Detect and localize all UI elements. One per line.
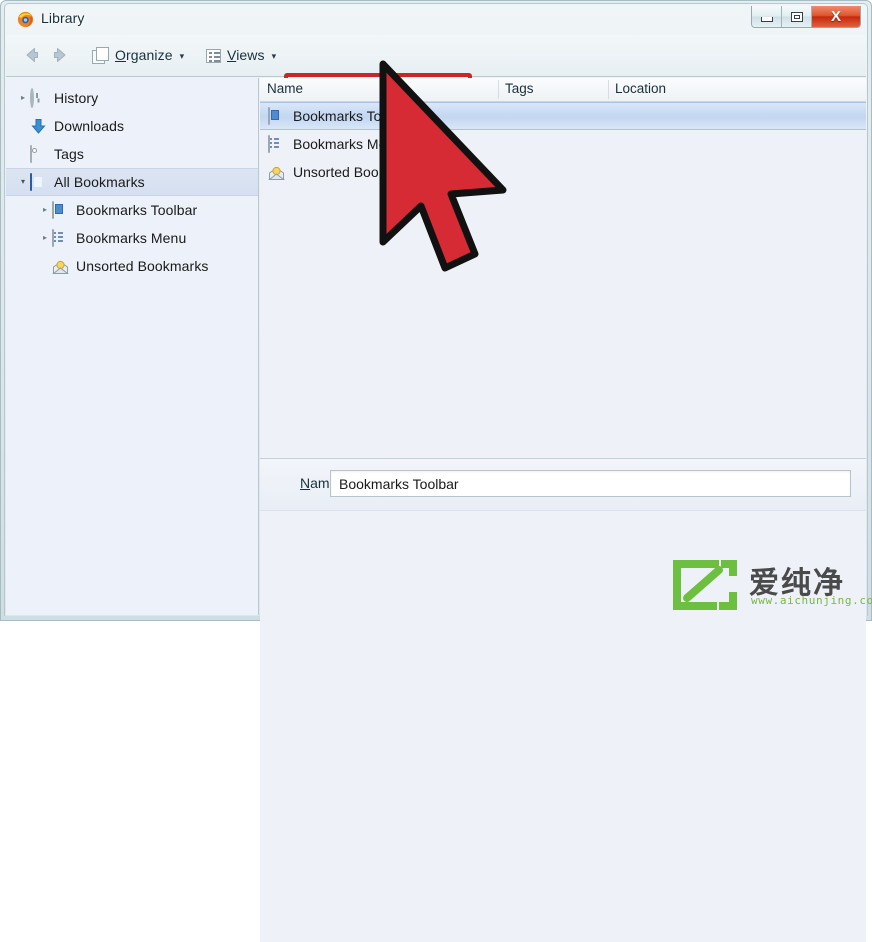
content-pane: Name Tags Location Bookmarks Toolbar Bookma…	[260, 78, 866, 942]
views-button[interactable]: Views ▾	[198, 41, 284, 69]
table-row[interactable]: Bookmarks Menu	[260, 130, 866, 158]
row-name: Unsorted Bookmarks	[293, 164, 424, 180]
column-header-location[interactable]: Location	[608, 81, 666, 101]
row-name: Bookmarks Toolbar	[293, 108, 413, 124]
sidebar-item-unsorted-bookmarks[interactable]: Unsorted Bookmarks	[6, 252, 258, 280]
close-icon: X	[830, 8, 841, 25]
sidebar-item-label: Unsorted Bookmarks	[76, 258, 209, 274]
sidebar-item-label: All Bookmarks	[54, 174, 145, 190]
firefox-icon	[17, 11, 34, 28]
column-header-name[interactable]: Name	[260, 81, 303, 101]
close-button[interactable]: X	[812, 6, 860, 27]
table-row[interactable]: Unsorted Bookmarks	[260, 158, 866, 186]
forward-arrow-icon	[54, 48, 66, 62]
twisty-open-icon[interactable]: ▾	[16, 178, 30, 186]
views-label: Views	[227, 47, 265, 63]
column-separator[interactable]	[608, 80, 609, 99]
clock-icon	[30, 87, 48, 108]
sidebar-item-label: Bookmarks Toolbar	[76, 202, 198, 218]
unsorted-bookmarks-icon	[52, 258, 70, 275]
title-bar: Library X	[5, 4, 867, 34]
column-header-tags[interactable]: Tags	[498, 81, 534, 101]
library-window: Library X Organize ▾ Views ▾ ▸ History D…	[0, 0, 872, 942]
twisty-closed-icon[interactable]: ▸	[38, 234, 52, 242]
row-name: Bookmarks Menu	[293, 136, 402, 152]
back-arrow-icon	[26, 48, 38, 62]
detail-pane: Name: Bookmarks Toolbar	[260, 458, 866, 942]
bookmarks-toolbar-icon	[268, 106, 286, 125]
sidebar-item-label: Bookmarks Menu	[76, 230, 187, 246]
twisty-closed-icon[interactable]: ▸	[16, 94, 30, 102]
sidebar-item-all-bookmarks[interactable]: ▾ All Bookmarks	[6, 168, 258, 196]
maximize-icon	[791, 12, 803, 22]
chevron-down-icon: ▾	[271, 50, 277, 61]
bookmarks-menu-icon	[52, 228, 70, 247]
window-title: Library	[41, 10, 85, 26]
name-input-value: Bookmarks Toolbar	[339, 476, 459, 492]
minimize-icon	[761, 17, 773, 22]
views-icon	[206, 48, 221, 63]
twisty-closed-icon[interactable]: ▸	[38, 206, 52, 214]
toolbar: Organize ▾ Views ▾ Import and Backup ▾ S…	[6, 35, 866, 115]
name-input[interactable]: Bookmarks Toolbar	[330, 470, 851, 497]
sidebar-item-downloads[interactable]: Downloads	[6, 112, 258, 140]
window-controls: X	[751, 6, 861, 28]
bookmarks-menu-icon	[268, 134, 286, 153]
column-separator[interactable]	[498, 80, 499, 99]
watermark-url: www.aichunjing.com	[751, 594, 872, 607]
tag-icon	[30, 144, 48, 163]
sidebar-item-history[interactable]: ▸ History	[6, 84, 258, 112]
minimize-button[interactable]	[752, 6, 782, 27]
unsorted-bookmarks-icon	[268, 164, 286, 181]
sidebar-item-label: Tags	[54, 146, 84, 162]
maximize-button[interactable]	[782, 6, 812, 27]
forward-button[interactable]	[48, 43, 72, 67]
back-button[interactable]	[20, 43, 44, 67]
organize-icon	[92, 46, 109, 64]
watermark: 爱纯净 www.aichunjing.com	[665, 556, 872, 612]
sidebar: ▸ History Downloads Tags ▾ All Bookmarks ▸ Book…	[6, 78, 259, 615]
sidebar-item-bookmarks-toolbar[interactable]: ▸ Bookmarks Toolbar	[6, 196, 258, 224]
sidebar-item-tags[interactable]: Tags	[6, 140, 258, 168]
bookmarks-toolbar-icon	[52, 200, 70, 219]
all-bookmarks-icon	[30, 172, 48, 191]
watermark-logo-icon	[673, 560, 737, 610]
download-arrow-icon	[30, 118, 48, 135]
sidebar-item-label: History	[54, 90, 99, 106]
chevron-down-icon: ▾	[179, 50, 185, 61]
sidebar-item-bookmarks-menu[interactable]: ▸ Bookmarks Menu	[6, 224, 258, 252]
name-field-row: Name: Bookmarks Toolbar	[260, 459, 866, 511]
organize-button[interactable]: Organize ▾	[84, 41, 192, 69]
organize-label: Organize	[115, 47, 173, 63]
column-header-row: Name Tags Location	[260, 78, 866, 102]
bookmark-list: Bookmarks Toolbar Bookmarks Menu Unsorted …	[260, 102, 866, 186]
sidebar-item-label: Downloads	[54, 118, 125, 134]
sidebar-tree: ▸ History Downloads Tags ▾ All Bookmarks ▸ Book…	[6, 84, 258, 280]
table-row[interactable]: Bookmarks Toolbar	[260, 102, 866, 130]
